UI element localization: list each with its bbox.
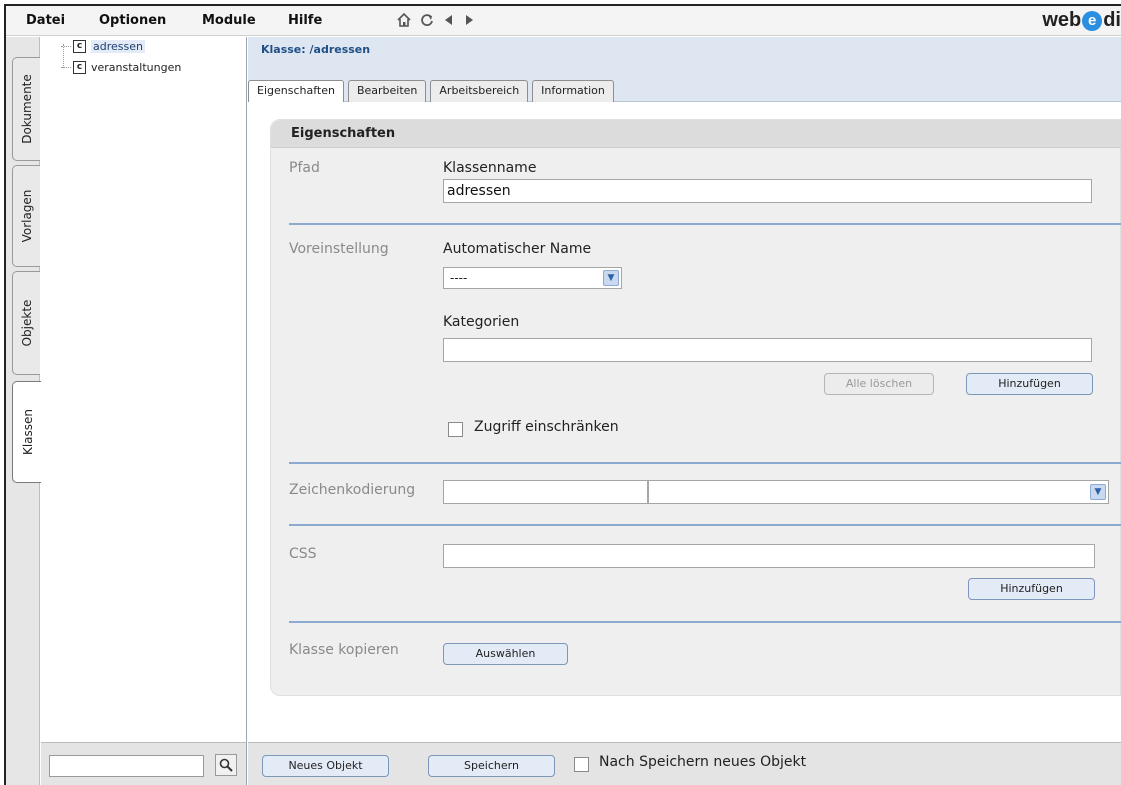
side-tab-objekte[interactable]: Objekte (12, 271, 40, 375)
back-icon[interactable] (442, 12, 454, 32)
new-object-button[interactable]: Neues Objekt (262, 755, 389, 777)
clear-all-button[interactable]: Alle löschen (824, 373, 934, 395)
side-tab-strip: Dokumente Vorlagen Objekte Klassen (6, 37, 42, 785)
menu-hilfe[interactable]: Hilfe (288, 13, 322, 28)
class-icon: c (73, 39, 86, 53)
brand-mark: e (1082, 11, 1103, 31)
tree-search-input[interactable] (49, 755, 204, 777)
css-section-label: CSS (289, 546, 317, 562)
categories-field[interactable] (443, 338, 1092, 362)
brand-suffix: di (1103, 9, 1121, 31)
categories-label: Kategorien (443, 314, 520, 330)
chevron-down-icon: ▼ (603, 270, 619, 286)
side-tab-vorlagen[interactable]: Vorlagen (12, 165, 40, 267)
properties-panel: Eigenschaften Pfad Klassenname adressen … (270, 119, 1121, 696)
encoding-select[interactable]: ▼ (648, 480, 1109, 504)
tree-item-label: adressen (91, 39, 145, 53)
defaults-section-label: Voreinstellung (289, 241, 389, 257)
section-divider (289, 524, 1121, 526)
add-css-button[interactable]: Hinzufügen (968, 578, 1095, 600)
side-tab-label: Objekte (19, 299, 34, 347)
side-tab-label: Klassen (20, 408, 35, 456)
add-category-button[interactable]: Hinzufügen (966, 373, 1093, 395)
css-field[interactable] (443, 544, 1095, 568)
menu-module[interactable]: Module (202, 13, 256, 28)
class-name-field[interactable]: adressen (443, 179, 1092, 203)
section-divider (289, 621, 1121, 623)
app-window: Datei Optionen Module Hilfe web e di Dokum… (4, 4, 1121, 785)
panel-header: Eigenschaften (271, 120, 1121, 148)
search-icon[interactable] (215, 754, 237, 776)
class-icon: c (73, 60, 86, 74)
content-header: Klasse: /adressen Eigenschaften Bearbeit… (248, 37, 1121, 103)
menu-optionen[interactable]: Optionen (99, 13, 166, 28)
after-save-label: Nach Speichern neues Objekt (599, 754, 807, 770)
encoding-section-label: Zeichenkodierung (289, 482, 416, 498)
side-tab-label: Vorlagen (19, 189, 34, 243)
tab-eigenschaften[interactable]: Eigenschaften (248, 80, 344, 103)
section-divider (289, 223, 1121, 225)
brand-logo: web e di (1042, 9, 1121, 32)
side-tab-klassen[interactable]: Klassen (12, 381, 42, 483)
content-tabs: Eigenschaften Bearbeiten Arbeitsbereich … (248, 80, 614, 103)
home-icon[interactable] (396, 12, 412, 32)
panel-title: Eigenschaften (291, 126, 396, 141)
side-tab-dokumente[interactable]: Dokumente (12, 57, 40, 161)
side-tab-label: Dokumente (19, 74, 34, 144)
tree-footer (41, 742, 247, 785)
tree-item-veranstaltungen[interactable]: c veranstaltungen (61, 59, 181, 75)
class-title: Klasse: /adressen (261, 43, 371, 56)
auto-name-value: ---- (450, 271, 468, 285)
brand-prefix: web (1042, 9, 1082, 31)
chevron-down-icon: ▼ (1090, 484, 1106, 500)
restrict-access-label: Zugriff einschränken (474, 419, 619, 435)
reload-icon[interactable] (420, 12, 434, 32)
menu-datei[interactable]: Datei (26, 13, 65, 28)
forward-icon[interactable] (464, 12, 476, 32)
after-save-checkbox[interactable] (574, 757, 589, 772)
class-name-label: Klassenname (443, 160, 537, 176)
save-button[interactable]: Speichern (428, 755, 555, 777)
path-section-label: Pfad (289, 160, 320, 176)
content-body: Eigenschaften Pfad Klassenname adressen … (248, 102, 1121, 742)
tab-arbeitsbereich[interactable]: Arbeitsbereich (430, 80, 529, 102)
tab-information[interactable]: Information (532, 80, 614, 102)
tree-branch (61, 45, 71, 47)
action-bar: Neues Objekt Speichern Nach Speichern ne… (248, 742, 1121, 785)
menu-bar: Datei Optionen Module Hilfe web e di (6, 6, 1121, 36)
tree-item-label: veranstaltungen (91, 60, 182, 74)
copy-class-label: Klasse kopieren (289, 642, 399, 658)
encoding-text-field[interactable] (443, 480, 648, 504)
select-class-button[interactable]: Auswählen (443, 643, 568, 665)
auto-name-select[interactable]: ---- ▼ (443, 267, 622, 289)
tree-branch (61, 66, 71, 68)
auto-name-label: Automatischer Name (443, 241, 592, 257)
class-tree: c adressen c veranstaltungen (41, 37, 247, 742)
restrict-access-checkbox[interactable] (448, 422, 463, 437)
tree-item-adressen[interactable]: c adressen (61, 38, 145, 54)
tab-bearbeiten[interactable]: Bearbeiten (347, 80, 427, 102)
section-divider (289, 462, 1121, 464)
